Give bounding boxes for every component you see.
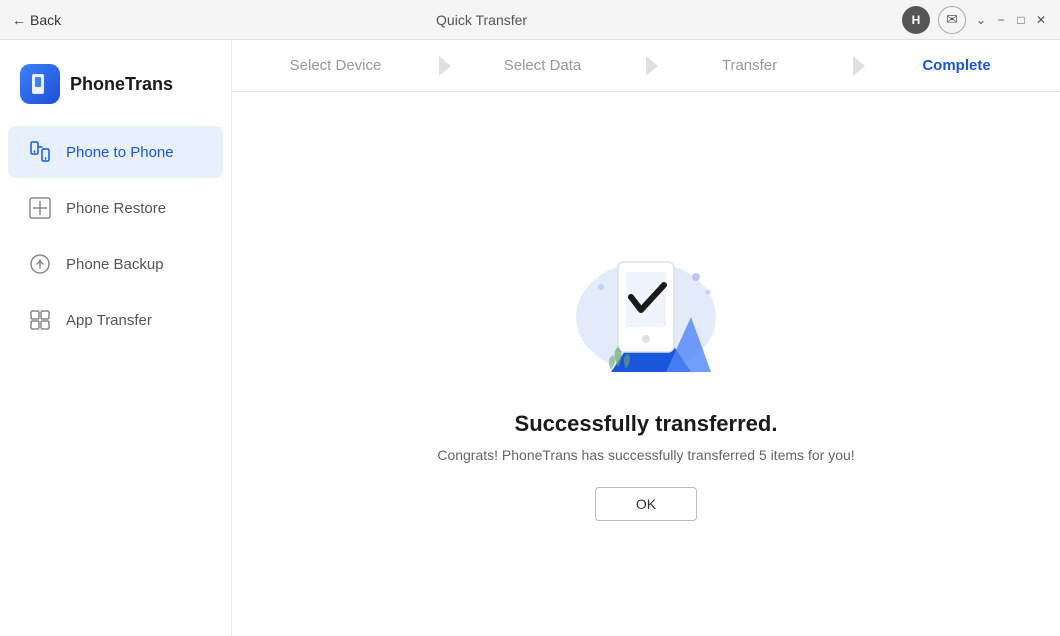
success-illustration — [546, 207, 746, 387]
sidebar-item-app-transfer[interactable]: App Transfer — [8, 294, 223, 346]
close-button[interactable]: ✕ — [1034, 13, 1048, 27]
step-select-device: Select Device — [232, 40, 439, 91]
back-arrow-icon: ← — [12, 12, 26, 28]
app-name: PhoneTrans — [70, 74, 173, 95]
sidebar-item-phone-restore[interactable]: Phone Restore — [8, 182, 223, 234]
content-area: Select Device Select Data Transfer Compl… — [232, 40, 1060, 636]
title-bar: ← Back Quick Transfer H ✉ ⌄ − □ ✕ — [0, 0, 1060, 40]
title-bar-right: H ✉ ⌄ − □ ✕ — [902, 6, 1048, 34]
sidebar-item-app-transfer-label: App Transfer — [66, 312, 152, 329]
step-transfer: Transfer — [646, 40, 853, 91]
minimize-button[interactable]: − — [994, 13, 1008, 27]
collapse-button[interactable]: ⌄ — [974, 13, 988, 27]
sidebar-item-phone-backup[interactable]: Phone Backup — [8, 238, 223, 290]
step-select-data-label: Select Data — [504, 57, 582, 74]
app-transfer-icon — [28, 308, 52, 332]
window-title: Quick Transfer — [436, 12, 527, 28]
step-select-data: Select Data — [439, 40, 646, 91]
main-layout: PhoneTrans Phone to Phone — [0, 40, 1060, 636]
step-transfer-label: Transfer — [722, 57, 777, 74]
phone-restore-icon — [28, 196, 52, 220]
mail-button[interactable]: ✉ — [938, 6, 966, 34]
step-complete: Complete — [853, 40, 1060, 91]
main-content: Successfully transferred. Congrats! Phon… — [232, 92, 1060, 636]
phone-to-phone-icon — [28, 140, 52, 164]
app-logo-icon — [20, 64, 60, 104]
sidebar-item-phone-to-phone[interactable]: Phone to Phone — [8, 126, 223, 178]
back-label: Back — [30, 12, 61, 28]
sidebar-item-phone-backup-label: Phone Backup — [66, 256, 164, 273]
sidebar-item-phone-to-phone-label: Phone to Phone — [66, 144, 174, 161]
maximize-button[interactable]: □ — [1014, 13, 1028, 27]
step-complete-label: Complete — [922, 57, 990, 74]
step-select-device-label: Select Device — [290, 57, 382, 74]
window-controls: ⌄ − □ ✕ — [974, 13, 1048, 27]
logo-area: PhoneTrans — [0, 56, 231, 124]
sidebar: PhoneTrans Phone to Phone — [0, 40, 232, 636]
sidebar-item-phone-restore-label: Phone Restore — [66, 200, 166, 217]
title-bar-left: ← Back — [12, 12, 61, 28]
ok-button[interactable]: OK — [595, 487, 697, 521]
success-subtitle: Congrats! PhoneTrans has successfully tr… — [437, 447, 854, 463]
avatar-button[interactable]: H — [902, 6, 930, 34]
steps-bar: Select Device Select Data Transfer Compl… — [232, 40, 1060, 92]
phone-backup-icon — [28, 252, 52, 276]
back-button[interactable]: ← Back — [12, 12, 61, 28]
success-title: Successfully transferred. — [515, 411, 778, 437]
